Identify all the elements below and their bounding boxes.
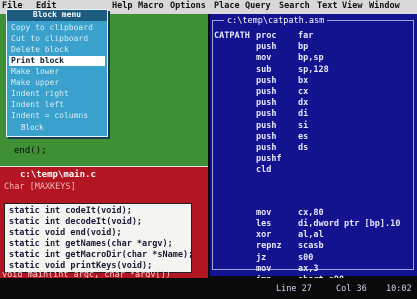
asm-op: mov: [256, 207, 272, 218]
asm-op: push: [256, 143, 277, 153]
menu-text[interactable]: Text: [317, 1, 337, 11]
menu-place[interactable]: Place: [214, 1, 240, 11]
menu-window[interactable]: Window: [369, 1, 400, 11]
asm-arg: al,al: [298, 230, 324, 241]
asm-op: push: [256, 120, 277, 131]
asm-arg: bp: [298, 42, 309, 53]
menu-help[interactable]: Help: [112, 1, 132, 11]
code-line: end();: [14, 146, 47, 156]
window-title: c:\temp\main.c: [20, 170, 96, 180]
menu-item-make-lower[interactable]: Make lower: [9, 67, 105, 77]
asm-arg: ax,3: [298, 263, 319, 274]
code-line: Char [MAXKEYS]: [4, 182, 76, 192]
asm-label: CATPATH: [214, 31, 250, 41]
menu-options[interactable]: Options: [170, 1, 206, 11]
code-line: static int getNames(char *argv);: [9, 239, 173, 249]
status-bar: Line 27 Col 36 10:02: [0, 278, 417, 299]
menu-item-indent-columns[interactable]: Indent = columns: [9, 111, 105, 121]
menu-item-make-upper[interactable]: Make upper: [9, 78, 105, 88]
asm-op: xor: [256, 230, 272, 241]
menu-item-cut-to-clipboard[interactable]: Cut to clipboard: [9, 34, 105, 44]
selected-code-block[interactable]: static int codeIt(void); static int deco…: [4, 203, 194, 273]
asm-arg: di,dword ptr [bp].10: [298, 219, 401, 229]
block-menu: Block menu Copy to clipboard Cut to clip…: [6, 9, 108, 137]
menu-macro[interactable]: Macro: [138, 1, 164, 11]
asm-op: mov: [256, 53, 272, 64]
code-line: static void end(void);: [9, 228, 122, 238]
asm-arg: bx: [298, 75, 309, 86]
asm-op: proc: [256, 31, 277, 41]
menu-search[interactable]: Search: [279, 1, 310, 11]
asm-op: push: [256, 131, 277, 142]
asm-op: pushf: [256, 154, 282, 165]
window-title: c:\temp\catpath.asm: [224, 16, 328, 26]
menu-item-delete-block[interactable]: Delete block: [9, 45, 105, 55]
asm-op: push: [256, 109, 277, 120]
asm-arg: cx,80: [298, 207, 324, 218]
asm-op: les: [256, 219, 272, 229]
main-c-editor-pane[interactable]: c:\temp\main.c Char [MAXKEYS] static int…: [0, 166, 208, 280]
asm-op: repnz: [256, 241, 282, 252]
asm-op: jz: [256, 252, 267, 263]
catpath-asm-editor-pane[interactable]: c:\temp\catpath.asm CATPATH proc far push bp…: [210, 14, 417, 285]
line-indicator: Line 27: [276, 284, 312, 294]
menu-view[interactable]: View: [342, 1, 362, 11]
asm-op: push: [256, 75, 277, 86]
asm-arg: sp,128: [298, 64, 329, 75]
menu-hint: Block: [21, 123, 44, 132]
asm-arg: dx: [298, 98, 309, 109]
asm-op: push: [256, 87, 277, 97]
asm-op: sub: [256, 64, 272, 75]
asm-arg: far: [298, 31, 314, 41]
asm-arg: scasb: [298, 241, 324, 252]
asm-arg: cx: [298, 87, 309, 97]
asm-arg: di: [298, 109, 309, 120]
menu-item-copy-to-clipboard[interactable]: Copy to clipboard: [9, 23, 105, 33]
code-line: static int getMacroDir(char *sName);: [9, 250, 194, 260]
asm-op: push: [256, 98, 277, 109]
menu-item-indent-right[interactable]: Indent right: [9, 89, 105, 99]
asm-arg: si: [298, 120, 309, 131]
menu-query[interactable]: Query: [245, 1, 271, 11]
asm-op: mov: [256, 263, 272, 274]
code-line: static int decodeIt(void);: [9, 217, 143, 227]
asm-arg: es: [298, 131, 309, 142]
clock: 10:02: [386, 284, 412, 294]
menu-item-indent-left[interactable]: Indent left: [9, 100, 105, 110]
block-menu-title: Block menu: [7, 10, 107, 21]
asm-op: cld: [256, 165, 272, 176]
code-line: static int codeIt(void);: [9, 206, 132, 216]
menu-item-print-block[interactable]: Print block: [9, 56, 105, 66]
asm-arg: ds: [298, 143, 309, 153]
asm-op: push: [256, 42, 277, 53]
column-indicator: Col 36: [336, 284, 367, 294]
asm-arg: bp,sp: [298, 53, 324, 64]
asm-arg: s00: [298, 252, 314, 263]
